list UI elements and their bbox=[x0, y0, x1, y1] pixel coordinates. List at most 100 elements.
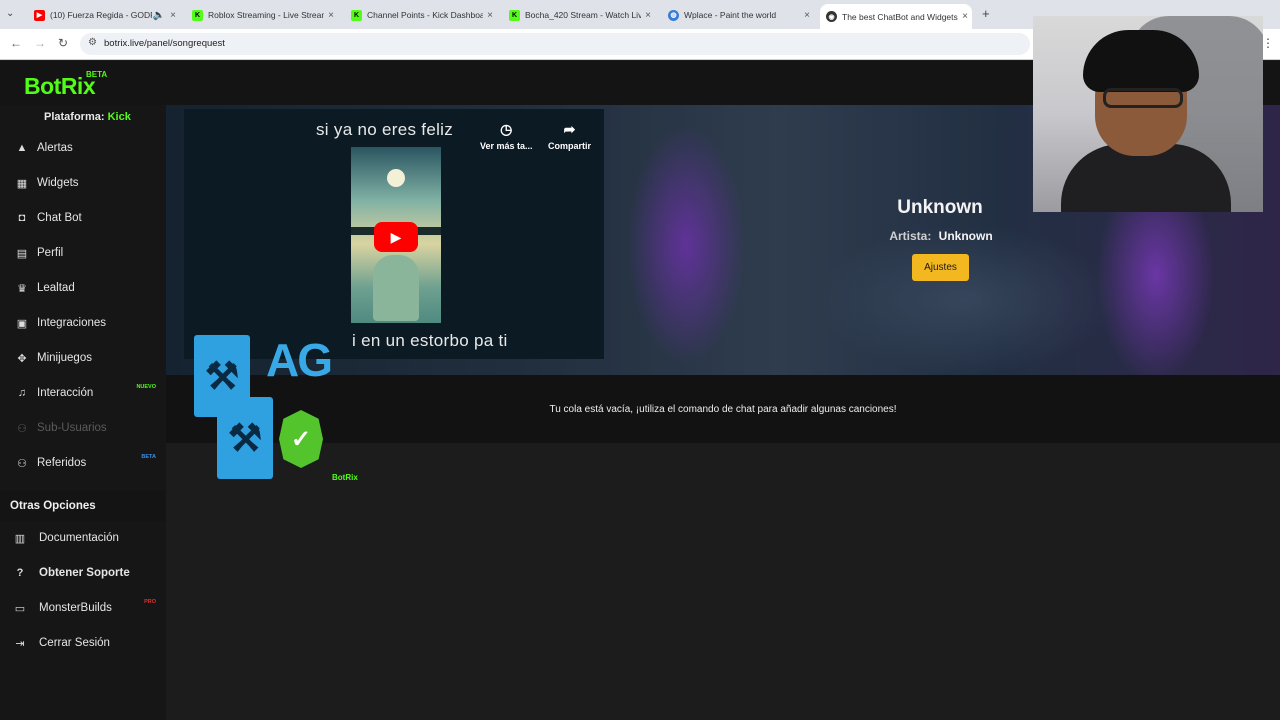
grid-icon: ▦ bbox=[16, 177, 28, 190]
close-tab-icon[interactable]: × bbox=[641, 10, 655, 21]
video-lyric-bottom: i en un estorbo pa ti bbox=[352, 331, 508, 350]
speaker-icon[interactable]: 🔈 bbox=[152, 10, 166, 21]
url-text: botrix.live/panel/songrequest bbox=[104, 38, 225, 49]
close-tab-icon[interactable]: × bbox=[483, 10, 497, 21]
sidebar-item-label: Widgets bbox=[37, 177, 79, 189]
lamp-graphic bbox=[387, 169, 405, 187]
browser-tab-4[interactable]: K Bocha_420 Stream - Watch Live × bbox=[503, 4, 655, 26]
sidebar: Plataforma: Kick ▲ Alertas ▦ Widgets ◘ C… bbox=[0, 105, 166, 720]
youtube-icon: ▶ bbox=[34, 9, 45, 21]
browser-tab-3[interactable]: K Channel Points - Kick Dashboard × bbox=[345, 4, 497, 26]
overlay-tag: BotRix bbox=[332, 473, 358, 482]
webcam-overlay bbox=[1033, 16, 1263, 212]
sidebar-item-sub-usuarios[interactable]: ⚇ Sub-Usuarios bbox=[0, 413, 166, 443]
browser-tab-1[interactable]: ▶ (10) Fuerza Regida - GODFATHER 🔈 × bbox=[28, 4, 180, 26]
hammer-icon: ⚒ bbox=[217, 397, 273, 479]
back-arrow-icon[interactable]: ← bbox=[10, 36, 22, 50]
settings-button[interactable]: Ajustes bbox=[912, 254, 969, 281]
botrix-icon: ◉ bbox=[826, 11, 837, 22]
list-icon: ▣ bbox=[16, 317, 28, 330]
question-icon: ? bbox=[16, 567, 24, 579]
watch-later-label: Ver más ta... bbox=[480, 141, 533, 151]
sidebar-item-widgets[interactable]: ▦ Widgets bbox=[0, 168, 166, 198]
share-arrow-icon: ➦ bbox=[563, 121, 576, 137]
tab-title: Wplace - Paint the world bbox=[684, 10, 777, 20]
close-tab-icon[interactable]: × bbox=[166, 10, 180, 21]
botrix-logo[interactable]: BotRix bbox=[24, 73, 96, 100]
users-icon: ⚇ bbox=[17, 422, 27, 435]
sidebar-item-cerrar-sesion[interactable]: ⇥ Cerrar Sesión bbox=[0, 628, 166, 658]
browser-menu-icon[interactable]: ⋮ bbox=[1262, 36, 1274, 50]
youtube-player[interactable]: si ya no eres feliz ▶ ◷ Ver más ta... ➦ … bbox=[184, 109, 604, 359]
new-tab-plus-icon[interactable]: + bbox=[982, 6, 990, 21]
other-options-heading: Otras Opciones bbox=[0, 491, 166, 521]
character-graphic bbox=[373, 255, 419, 321]
overlay-logo-text: AG bbox=[266, 334, 333, 386]
tab-search-chevron-icon[interactable]: ⌄ bbox=[6, 8, 14, 19]
tab-title: Bocha_420 Stream - Watch Live bbox=[525, 10, 641, 20]
sidebar-item-perfil[interactable]: ▤ Perfil bbox=[0, 238, 166, 268]
sidebar-item-label: Minijuegos bbox=[37, 352, 92, 364]
robot-icon: ◘ bbox=[18, 212, 26, 224]
beta-badge: BETA bbox=[86, 70, 108, 79]
play-button-icon[interactable]: ▶ bbox=[374, 222, 418, 252]
pro-badge: PRO bbox=[144, 599, 156, 605]
person-hair bbox=[1083, 30, 1199, 92]
sidebar-item-label: Referidos bbox=[37, 457, 87, 469]
trophy-icon: ♛ bbox=[17, 282, 27, 295]
logout-icon: ⇥ bbox=[15, 637, 25, 650]
tab-title: Roblox Streaming - Live Stream bbox=[208, 10, 324, 20]
watch-later-button[interactable]: ◷ Ver más ta... bbox=[480, 121, 533, 151]
sidebar-item-referidos[interactable]: ⚇ Referidos BETA bbox=[0, 448, 166, 478]
music-icon: ♫ bbox=[17, 387, 27, 399]
song-artist: Artista: Unknown bbox=[866, 229, 1016, 243]
sidebar-item-label: Alertas bbox=[37, 142, 73, 154]
sidebar-item-label: Obtener Soporte bbox=[39, 567, 130, 579]
share-button[interactable]: ➦ Compartir bbox=[548, 121, 591, 151]
tab-title: The best ChatBot and Widgets bbox=[842, 11, 958, 22]
new-badge: NUEVO bbox=[136, 384, 156, 390]
reload-icon[interactable]: ↻ bbox=[58, 36, 68, 50]
stream-overlay-logo: ⚒ AG ⚒ ✓ BotRix bbox=[190, 331, 358, 485]
close-tab-icon[interactable]: × bbox=[800, 10, 814, 21]
address-bar[interactable]: ⚙ botrix.live/panel/songrequest bbox=[80, 33, 1030, 55]
sidebar-item-interaccion[interactable]: ♫ Interacción NUEVO bbox=[0, 378, 166, 408]
glasses-graphic bbox=[1103, 88, 1183, 108]
close-tab-icon[interactable]: × bbox=[958, 11, 972, 22]
users-icon: ⚇ bbox=[17, 457, 27, 470]
sidebar-item-monsterbuilds[interactable]: ▭ MonsterBuilds PRO bbox=[0, 593, 166, 623]
sidebar-item-label: Chat Bot bbox=[37, 212, 82, 224]
sidebar-item-label: Perfil bbox=[37, 247, 64, 259]
sidebar-item-integraciones[interactable]: ▣ Integraciones bbox=[0, 308, 166, 338]
browser-tab-6-active[interactable]: ◉ The best ChatBot and Widgets × bbox=[820, 4, 972, 29]
sidebar-item-label: Integraciones bbox=[37, 317, 107, 329]
song-title: Unknown bbox=[897, 197, 983, 218]
warning-icon: ▲ bbox=[16, 142, 28, 154]
sidebar-item-documentacion[interactable]: ▥ Documentación bbox=[0, 523, 166, 553]
artist-value: Unknown bbox=[938, 229, 993, 243]
sidebar-item-label: Interacción bbox=[37, 387, 94, 399]
sidebar-item-lealtad[interactable]: ♛ Lealtad bbox=[0, 273, 166, 303]
artist-label: Artista: bbox=[889, 229, 932, 243]
browser-tab-5[interactable]: ◍ Wplace - Paint the world × bbox=[662, 4, 814, 26]
monitor-icon: ▭ bbox=[14, 602, 26, 615]
sidebar-item-label: Lealtad bbox=[37, 282, 75, 294]
sidebar-item-chat-bot[interactable]: ◘ Chat Bot bbox=[0, 203, 166, 233]
sidebar-item-label: Sub-Usuarios bbox=[37, 422, 107, 434]
sidebar-item-label: Documentación bbox=[39, 532, 119, 544]
tab-title: Channel Points - Kick Dashboard bbox=[367, 10, 483, 20]
browser-tab-2[interactable]: K Roblox Streaming - Live Stream × bbox=[186, 4, 338, 26]
sidebar-item-minijuegos[interactable]: ✥ Minijuegos bbox=[0, 343, 166, 373]
platform-indicator: Plataforma: Kick bbox=[44, 111, 131, 123]
kick-icon: K bbox=[509, 9, 520, 21]
site-info-icon[interactable]: ⚙ bbox=[88, 37, 97, 48]
sidebar-item-alertas[interactable]: ▲ Alertas bbox=[0, 133, 166, 163]
platform-label: Plataforma: bbox=[44, 111, 105, 123]
beta-badge: BETA bbox=[141, 454, 156, 460]
kick-icon: K bbox=[351, 9, 362, 21]
close-tab-icon[interactable]: × bbox=[324, 10, 338, 21]
sidebar-item-obtener-soporte[interactable]: ? Obtener Soporte bbox=[0, 558, 166, 588]
forward-arrow-icon[interactable]: → bbox=[34, 36, 46, 50]
id-card-icon: ▤ bbox=[16, 247, 28, 260]
globe-icon: ◍ bbox=[668, 9, 679, 21]
